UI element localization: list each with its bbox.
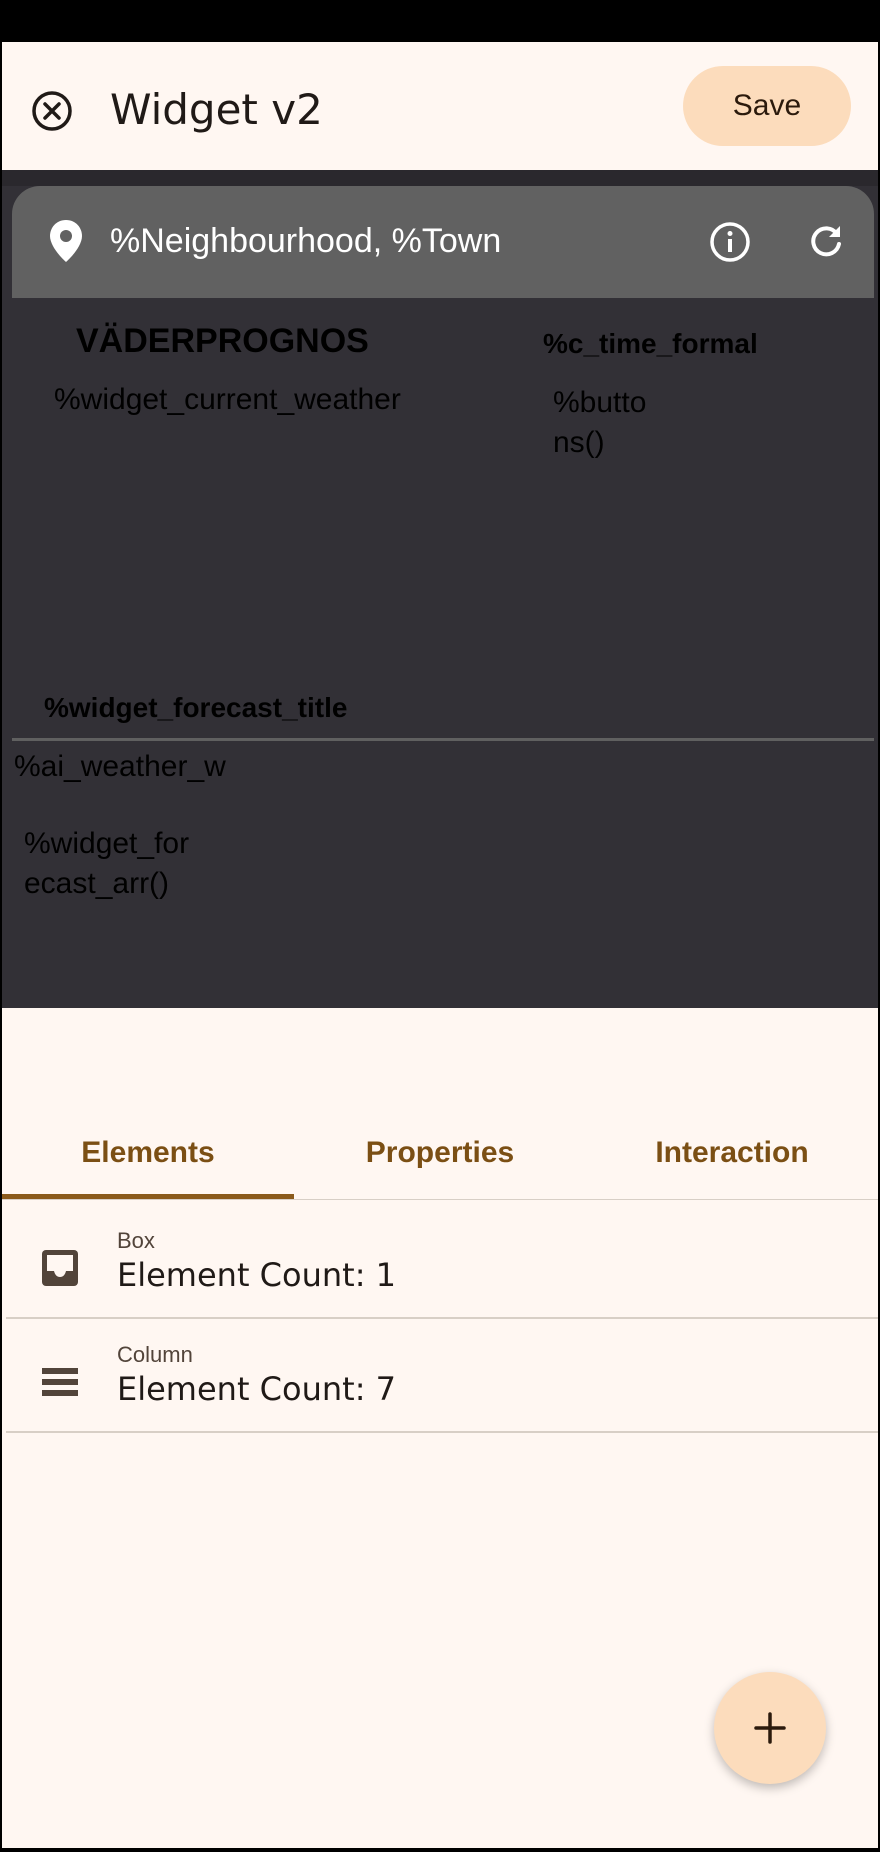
widget-preview: %Neighbourhood, %Town VÄDERPROGNOS %c_ti… [2, 170, 878, 1008]
widget-time: %c_time_formal [543, 328, 758, 359]
widget-forecast-array: %widget_forecast_arr() [24, 827, 190, 900]
info-icon[interactable] [708, 220, 752, 264]
tab-elements[interactable]: Elements [2, 1108, 294, 1198]
location-pin-icon [46, 218, 86, 264]
save-button[interactable]: Save [683, 66, 851, 146]
widget-title: VÄDERPROGNOS [76, 322, 369, 360]
inbox-icon [38, 1246, 82, 1290]
column-icon [38, 1360, 82, 1404]
item-count: Element Count: 1 [117, 1256, 396, 1294]
close-icon[interactable] [29, 88, 75, 134]
list-divider [6, 1431, 878, 1433]
widget-ai-weather: %ai_weather_w [14, 750, 226, 783]
app-bar: Widget v2 Save [2, 42, 878, 170]
item-count: Element Count: 7 [117, 1370, 396, 1408]
widget-buttons: %buttons() [553, 386, 647, 459]
widget-forecast-title: %widget_forecast_title [44, 692, 348, 723]
item-type: Column [117, 1342, 193, 1367]
tab-bar: Elements Properties Interaction [2, 1108, 878, 1200]
plus-icon [754, 1712, 786, 1744]
widget-current-weather: %widget_current_weather [54, 383, 401, 416]
add-element-button[interactable] [714, 1672, 826, 1784]
widget-divider [12, 738, 874, 741]
tabs-divider [2, 1199, 878, 1200]
refresh-icon[interactable] [804, 220, 848, 264]
page-title: Widget v2 [110, 85, 323, 134]
tab-properties[interactable]: Properties [294, 1108, 586, 1198]
list-item-column[interactable]: Column Element Count: 7 [2, 1318, 878, 1431]
navigation-bar [2, 1848, 878, 1850]
preview-top-strip [2, 170, 878, 186]
location-header: %Neighbourhood, %Town [12, 186, 874, 298]
location-text: %Neighbourhood, %Town [110, 222, 502, 260]
item-type: Box [117, 1228, 155, 1253]
list-item-box[interactable]: Box Element Count: 1 [2, 1204, 878, 1317]
app-window: Widget v2 Save %Neighbourhood, %Town VÄD… [2, 2, 878, 1850]
status-bar [2, 2, 878, 42]
tab-interaction[interactable]: Interaction [586, 1108, 878, 1198]
